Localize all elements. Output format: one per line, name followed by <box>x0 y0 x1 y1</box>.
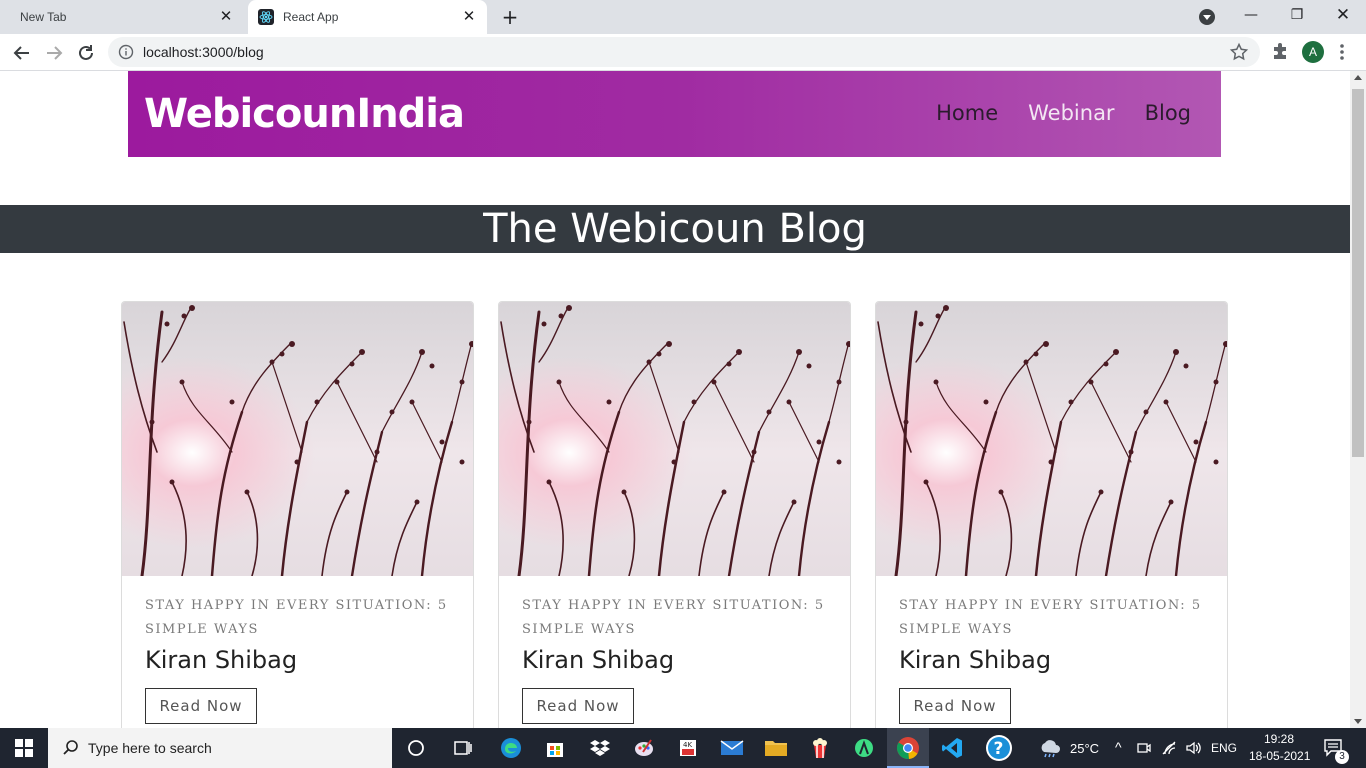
read-now-button[interactable]: Read Now <box>899 688 1011 724</box>
dropbox-icon[interactable] <box>586 734 614 762</box>
vscode-icon[interactable] <box>938 734 966 762</box>
site-logo[interactable]: WebicounIndia <box>144 91 465 137</box>
svg-text:?: ? <box>994 739 1004 759</box>
tab-new-tab[interactable]: New Tab ✕ <box>0 0 244 34</box>
page-scrollbar[interactable] <box>1350 71 1366 728</box>
wifi-icon[interactable] <box>1158 734 1180 762</box>
scrollbar-thumb[interactable] <box>1352 89 1364 457</box>
forward-icon[interactable] <box>42 41 66 65</box>
start-button[interactable] <box>0 728 48 768</box>
blog-card-image[interactable] <box>499 302 850 576</box>
read-now-button[interactable]: Read Now <box>145 688 257 724</box>
profile-avatar[interactable]: A <box>1302 41 1324 63</box>
blog-card-author: Kiran Shibag <box>145 646 298 674</box>
react-icon <box>258 9 274 25</box>
blog-card-image[interactable] <box>122 302 473 576</box>
blog-card-image[interactable] <box>876 302 1227 576</box>
meet-now-icon[interactable] <box>1133 734 1155 762</box>
popcorn-icon[interactable] <box>806 734 834 762</box>
tab-search-icon[interactable] <box>1199 9 1215 25</box>
paint-icon[interactable] <box>630 734 658 762</box>
site-header: WebicounIndia Home Webinar Blog <box>128 71 1221 157</box>
tab-title: React App <box>283 10 339 24</box>
weather-icon[interactable] <box>1036 734 1064 762</box>
help-icon[interactable]: ? <box>985 734 1013 762</box>
weather-temp[interactable]: 25°C <box>1070 741 1099 756</box>
main-nav: Home Webinar Blog <box>936 101 1191 125</box>
blog-card-caption: STAY HAPPY IN EVERY SITUATION: 5 SIMPLE … <box>145 598 448 637</box>
read-now-button[interactable]: Read Now <box>522 688 634 724</box>
show-hidden-icons-icon[interactable]: ^ <box>1115 739 1122 755</box>
tab-strip: New Tab ✕ React App ✕ + — ❐ ✕ <box>0 0 1366 34</box>
svg-text:4K: 4K <box>683 741 692 749</box>
new-tab-button[interactable]: + <box>499 6 521 28</box>
language-indicator[interactable]: ENG <box>1211 741 1237 755</box>
search-placeholder: Type here to search <box>88 740 212 756</box>
cortana-icon[interactable] <box>402 734 430 762</box>
android-studio-icon[interactable] <box>850 734 878 762</box>
notification-count-badge: 3 <box>1335 750 1349 764</box>
taskbar-search-input[interactable]: Type here to search <box>48 728 392 768</box>
store-icon[interactable] <box>541 734 569 762</box>
nav-blog-link[interactable]: Blog <box>1145 101 1191 125</box>
clock-time[interactable]: 19:28 <box>1264 732 1294 746</box>
tab-react-app[interactable]: React App ✕ <box>248 0 487 34</box>
page-viewport: WebicounIndia Home Webinar Blog The Webi… <box>0 71 1350 728</box>
scroll-up-icon[interactable] <box>1354 75 1362 80</box>
close-tab-icon[interactable]: ✕ <box>218 9 234 25</box>
nav-webinar-link[interactable]: Webinar <box>1028 101 1114 125</box>
blog-card-caption: STAY HAPPY IN EVERY SITUATION: 5 SIMPLE … <box>899 598 1202 637</box>
blog-card: STAY HAPPY IN EVERY SITUATION: 5 SIMPLE … <box>121 301 474 728</box>
restore-icon[interactable]: ❐ <box>1274 0 1320 30</box>
close-window-icon[interactable]: ✕ <box>1320 0 1366 30</box>
close-tab-icon[interactable]: ✕ <box>461 9 477 25</box>
extensions-icon[interactable] <box>1270 41 1290 61</box>
mail-icon[interactable] <box>718 734 746 762</box>
page-title: The Webicoun Blog <box>0 205 1350 253</box>
bookmark-star-icon[interactable] <box>1229 42 1249 62</box>
blog-card-author: Kiran Shibag <box>522 646 675 674</box>
nav-home-link[interactable]: Home <box>936 101 998 125</box>
tab-title: New Tab <box>20 10 67 24</box>
browser-toolbar: localhost:3000/blog A <box>0 34 1366 71</box>
more-menu-icon[interactable] <box>1334 41 1350 63</box>
scroll-down-icon[interactable] <box>1354 719 1362 724</box>
video-editor-icon[interactable]: 4K <box>674 734 702 762</box>
address-bar[interactable]: localhost:3000/blog <box>108 37 1260 67</box>
blog-card: STAY HAPPY IN EVERY SITUATION: 5 SIMPLE … <box>498 301 851 728</box>
clock-date[interactable]: 18-05-2021 <box>1249 749 1310 763</box>
blog-card-author: Kiran Shibag <box>899 646 1052 674</box>
blog-card-caption: STAY HAPPY IN EVERY SITUATION: 5 SIMPLE … <box>522 598 825 637</box>
chrome-icon[interactable] <box>894 734 922 762</box>
edge-icon[interactable] <box>497 734 525 762</box>
windows-taskbar: Type here to search 4K ? 25°C ^ ENG 19:2… <box>0 728 1366 768</box>
site-info-icon[interactable] <box>118 44 134 60</box>
url-text[interactable]: localhost:3000/blog <box>143 44 264 60</box>
reload-icon[interactable] <box>74 41 98 65</box>
windows-icon <box>15 739 33 757</box>
volume-icon[interactable] <box>1183 734 1205 762</box>
minimize-icon[interactable]: — <box>1228 0 1274 30</box>
file-explorer-icon[interactable] <box>762 734 790 762</box>
blog-card: STAY HAPPY IN EVERY SITUATION: 5 SIMPLE … <box>875 301 1228 728</box>
back-icon[interactable] <box>10 41 34 65</box>
task-view-icon[interactable] <box>449 734 477 762</box>
search-icon <box>63 740 78 755</box>
